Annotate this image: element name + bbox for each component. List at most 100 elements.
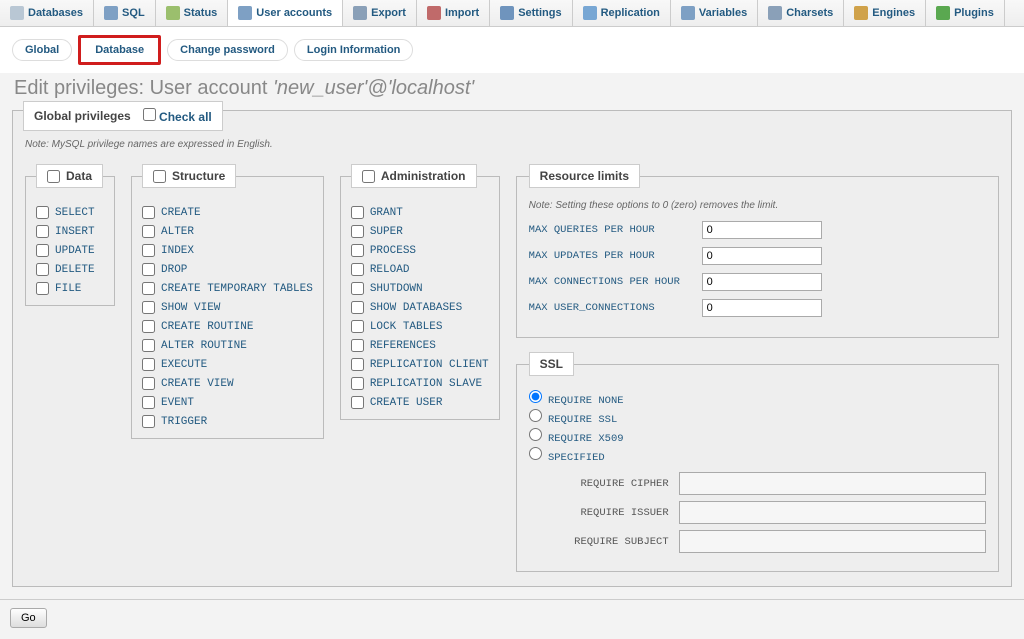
tab-variables[interactable]: Variables [671, 0, 758, 26]
ssl-option-require-x509[interactable]: REQUIRE X509 [529, 428, 986, 445]
resource-label: MAX QUERIES PER HOUR [529, 224, 694, 236]
ssl-option-require-ssl[interactable]: REQUIRE SSL [529, 409, 986, 426]
priv-shutdown[interactable]: SHUTDOWN [351, 282, 489, 295]
tab-global[interactable]: Global [12, 39, 72, 61]
priv-insert[interactable]: INSERT [36, 225, 104, 238]
tab-replication[interactable]: Replication [573, 0, 671, 26]
tab-change-password[interactable]: Change password [167, 39, 288, 61]
priv-create-temporary-tables-checkbox[interactable] [142, 282, 155, 295]
priv-index[interactable]: INDEX [142, 244, 313, 257]
ssl-radio-specified[interactable] [529, 447, 542, 460]
priv-show-view[interactable]: SHOW VIEW [142, 301, 313, 314]
priv-index-checkbox[interactable] [142, 244, 155, 257]
group-data-checkall[interactable] [47, 170, 60, 183]
priv-create-checkbox[interactable] [142, 206, 155, 219]
priv-process-checkbox[interactable] [351, 244, 364, 257]
priv-alter-routine-checkbox[interactable] [142, 339, 155, 352]
priv-trigger-checkbox[interactable] [142, 415, 155, 428]
priv-lock-tables[interactable]: LOCK TABLES [351, 320, 489, 333]
priv-create-view-checkbox[interactable] [142, 377, 155, 390]
priv-grant[interactable]: GRANT [351, 206, 489, 219]
priv-create[interactable]: CREATE [142, 206, 313, 219]
priv-update[interactable]: UPDATE [36, 244, 104, 257]
tab-settings[interactable]: Settings [490, 0, 572, 26]
ssl-radio-require-none[interactable] [529, 390, 542, 403]
priv-alter-checkbox[interactable] [142, 225, 155, 238]
tab-charsets[interactable]: Charsets [758, 0, 844, 26]
tab-import[interactable]: Import [417, 0, 490, 26]
group-structure-checkall[interactable] [153, 170, 166, 183]
priv-create-user-checkbox[interactable] [351, 396, 364, 409]
tab-user-accounts[interactable]: User accounts [228, 0, 343, 26]
priv-insert-checkbox[interactable] [36, 225, 49, 238]
priv-references-checkbox[interactable] [351, 339, 364, 352]
priv-replication-client[interactable]: REPLICATION CLIENT [351, 358, 489, 371]
check-all-checkbox[interactable] [143, 108, 156, 121]
priv-super[interactable]: SUPER [351, 225, 489, 238]
priv-show-databases-checkbox[interactable] [351, 301, 364, 314]
priv-show-databases[interactable]: SHOW DATABASES [351, 301, 489, 314]
tab-sql[interactable]: SQL [94, 0, 156, 26]
tab-plugins[interactable]: Plugins [926, 0, 1005, 26]
resource-input-max-updates-per-hour[interactable] [702, 247, 822, 265]
ssl-option-require-none[interactable]: REQUIRE NONE [529, 390, 986, 407]
tab-export[interactable]: Export [343, 0, 417, 26]
priv-drop-checkbox[interactable] [142, 263, 155, 276]
ssl-field-input-require-cipher[interactable] [679, 472, 986, 495]
priv-shutdown-checkbox[interactable] [351, 282, 364, 295]
ssl-radio-require-x509[interactable] [529, 428, 542, 441]
tab-databases[interactable]: Databases [0, 0, 94, 26]
priv-select-checkbox[interactable] [36, 206, 49, 219]
ssl-field-input-require-issuer[interactable] [679, 501, 986, 524]
ssl-radio-require-ssl[interactable] [529, 409, 542, 422]
tab-label: Replication [601, 7, 660, 19]
priv-replication-slave[interactable]: REPLICATION SLAVE [351, 377, 489, 390]
priv-trigger[interactable]: TRIGGER [142, 415, 313, 428]
priv-delete[interactable]: DELETE [36, 263, 104, 276]
priv-execute-checkbox[interactable] [142, 358, 155, 371]
priv-lock-tables-checkbox[interactable] [351, 320, 364, 333]
priv-delete-checkbox[interactable] [36, 263, 49, 276]
priv-label: SHOW DATABASES [370, 302, 462, 314]
priv-select[interactable]: SELECT [36, 206, 104, 219]
group-admin-checkall[interactable] [362, 170, 375, 183]
go-button[interactable]: Go [10, 608, 47, 628]
tab-status[interactable]: Status [156, 0, 229, 26]
ssl-field-row-require-cipher: REQUIRE CIPHER [529, 472, 986, 495]
resource-input-max-queries-per-hour[interactable] [702, 221, 822, 239]
priv-create-user[interactable]: CREATE USER [351, 396, 489, 409]
ssl-field-input-require-subject[interactable] [679, 530, 986, 553]
priv-create-routine-checkbox[interactable] [142, 320, 155, 333]
priv-create-routine[interactable]: CREATE ROUTINE [142, 320, 313, 333]
priv-execute[interactable]: EXECUTE [142, 358, 313, 371]
priv-super-checkbox[interactable] [351, 225, 364, 238]
tab-database[interactable]: Database [78, 35, 161, 65]
priv-create-temporary-tables[interactable]: CREATE TEMPORARY TABLES [142, 282, 313, 295]
priv-reload-checkbox[interactable] [351, 263, 364, 276]
priv-drop[interactable]: DROP [142, 263, 313, 276]
priv-grant-checkbox[interactable] [351, 206, 364, 219]
resource-input-max-connections-per-hour[interactable] [702, 273, 822, 291]
priv-show-view-checkbox[interactable] [142, 301, 155, 314]
priv-file-checkbox[interactable] [36, 282, 49, 295]
priv-process[interactable]: PROCESS [351, 244, 489, 257]
priv-reload[interactable]: RELOAD [351, 263, 489, 276]
tab-label: Settings [518, 7, 561, 19]
tab-engines[interactable]: Engines [844, 0, 926, 26]
priv-alter-routine[interactable]: ALTER ROUTINE [142, 339, 313, 352]
priv-file[interactable]: FILE [36, 282, 104, 295]
priv-event[interactable]: EVENT [142, 396, 313, 409]
priv-update-checkbox[interactable] [36, 244, 49, 257]
priv-replication-client-checkbox[interactable] [351, 358, 364, 371]
group-ssl: SSL REQUIRE NONE REQUIRE SSL REQUIRE X50… [516, 352, 999, 572]
tab-login-information[interactable]: Login Information [294, 39, 413, 61]
priv-create-view[interactable]: CREATE VIEW [142, 377, 313, 390]
check-all-label[interactable]: Check all [143, 108, 212, 124]
db-icon [10, 6, 24, 20]
priv-event-checkbox[interactable] [142, 396, 155, 409]
priv-references[interactable]: REFERENCES [351, 339, 489, 352]
priv-replication-slave-checkbox[interactable] [351, 377, 364, 390]
priv-alter[interactable]: ALTER [142, 225, 313, 238]
resource-input-max-user_connections[interactable] [702, 299, 822, 317]
ssl-option-specified[interactable]: SPECIFIED [529, 447, 986, 464]
